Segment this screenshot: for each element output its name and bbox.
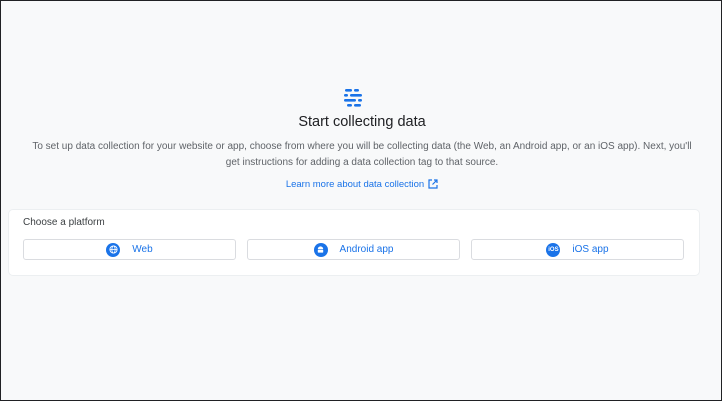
learn-more-link[interactable]: Learn more about data collection	[1, 179, 722, 190]
android-icon	[313, 242, 328, 257]
page-title: Start collecting data	[298, 114, 426, 130]
platform-card: Choose a platform Web Android app iOS iO…	[9, 210, 699, 275]
android-platform-button[interactable]: Android app	[247, 239, 460, 260]
ios-platform-button[interactable]: iOS iOS app	[471, 239, 684, 260]
page-description: To set up data collection for your websi…	[32, 141, 692, 168]
learn-more-label: Learn more about data collection	[285, 179, 425, 190]
platform-heading: Choose a platform	[23, 217, 105, 228]
ios-icon: iOS	[546, 242, 561, 257]
web-platform-label: Web	[132, 244, 153, 255]
open-in-new-icon	[428, 179, 438, 189]
web-platform-button[interactable]: Web	[23, 239, 236, 260]
ios-platform-label: iOS app	[572, 244, 609, 255]
data-collection-icon	[342, 88, 364, 108]
globe-icon	[106, 242, 121, 257]
android-platform-label: Android app	[339, 244, 394, 255]
page: Start collecting data To set up data col…	[0, 0, 722, 401]
